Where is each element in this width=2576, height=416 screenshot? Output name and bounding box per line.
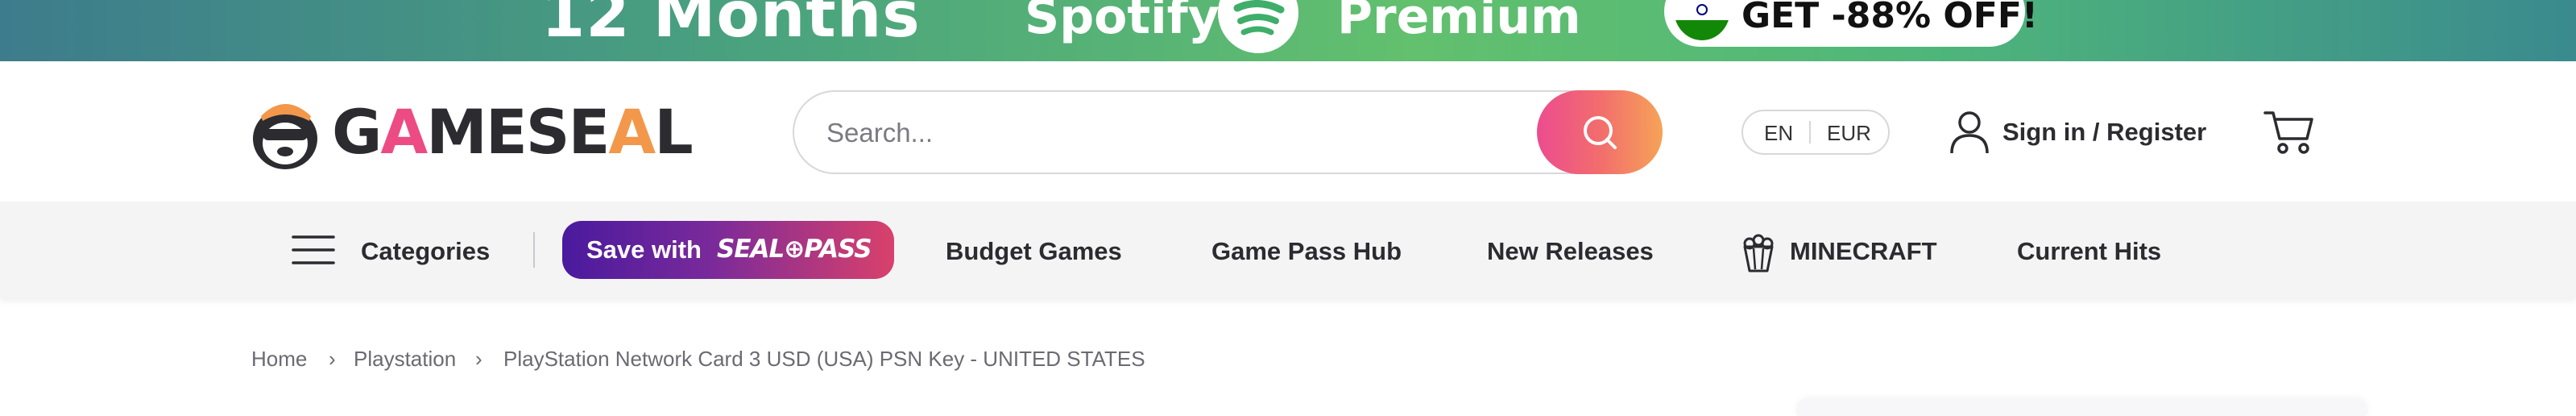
main-nav: Categories Save with SEAL⊕PASS Budget Ga… <box>0 202 2576 298</box>
promo-premium-text: Premium <box>1337 0 1581 45</box>
currency-label: EUR <box>1827 121 1871 145</box>
nav-current-hits[interactable]: Current Hits <box>2017 237 2161 266</box>
language-divider <box>1809 121 1811 144</box>
cart-icon <box>2263 111 2313 154</box>
promo-months-text: 12 Months <box>541 0 921 52</box>
user-icon <box>1950 111 1989 154</box>
cart-button[interactable] <box>2263 108 2315 160</box>
categories-label: Categories <box>361 237 491 265</box>
breadcrumb-current: PlayStation Network Card 3 USD (USA) PSN… <box>503 347 1145 371</box>
language-label: EN <box>1764 121 1794 145</box>
nav-game-pass-hub[interactable]: Game Pass Hub <box>1211 237 1402 266</box>
search-button[interactable] <box>1537 90 1663 174</box>
promo-offer-text: GET -88% OFF! <box>1741 0 2038 36</box>
search-input[interactable] <box>826 113 1519 153</box>
popcorn-icon <box>1743 234 1774 272</box>
breadcrumb-separator: › <box>329 347 336 371</box>
sealpass-brand: SEAL⊕PASS <box>717 235 872 264</box>
breadcrumb-separator: › <box>475 347 482 371</box>
sealpass-label: Save with <box>586 235 702 264</box>
nav-new-releases[interactable]: New Releases <box>1487 237 1654 266</box>
gameseal-logo[interactable]: GAMESEAL <box>246 94 694 173</box>
promo-spotify-text: Spotify <box>1025 0 1220 45</box>
seal-mascot-icon <box>253 104 317 169</box>
hamburger-icon <box>292 235 335 264</box>
product-card-edge <box>1796 398 2368 416</box>
nav-minecraft-label: MINECRAFT <box>1790 237 1937 265</box>
breadcrumb-home[interactable]: Home <box>251 347 307 372</box>
promo-banner[interactable]: 12 Months Spotify Premium GET -88% OFF! <box>0 0 2576 61</box>
sealpass-button[interactable]: Save with SEAL⊕PASS <box>562 221 894 279</box>
language-currency-selector[interactable]: EN EUR <box>1741 110 1890 155</box>
nav-divider <box>533 232 535 268</box>
logo-wordmark: GAMESEAL <box>332 96 694 168</box>
nav-budget-games[interactable]: Budget Games <box>946 237 1122 266</box>
search-bar[interactable] <box>793 90 1663 174</box>
spotify-icon <box>1218 0 1298 53</box>
signin-label: Sign in / Register <box>2002 118 2207 146</box>
search-icon <box>1584 116 1617 149</box>
breadcrumb-playstation[interactable]: Playstation <box>354 347 456 372</box>
